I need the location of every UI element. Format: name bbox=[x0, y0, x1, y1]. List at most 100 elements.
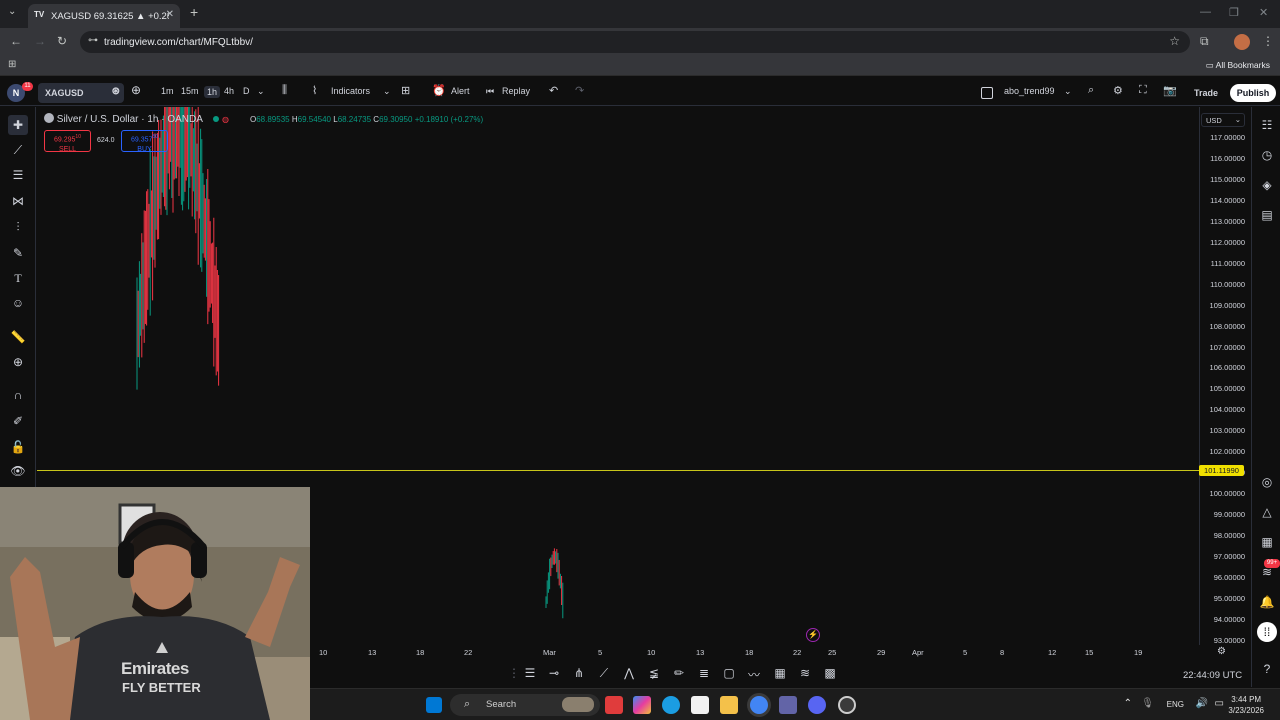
chat-icon[interactable]: ▤ bbox=[1257, 205, 1277, 225]
layout-name[interactable]: abo_trend99 bbox=[1004, 86, 1055, 96]
pitchfork-icon[interactable]: ⋔ bbox=[570, 666, 588, 680]
layout-checkbox-icon[interactable] bbox=[981, 87, 993, 99]
teams-icon[interactable] bbox=[779, 696, 797, 714]
fib-channel-icon[interactable]: ≋ bbox=[796, 666, 814, 680]
browser-tab[interactable]: TV XAGUSD 69.31625 ▲ +0.28% Si ✕ bbox=[28, 4, 180, 28]
timeframe-4h[interactable]: 4h bbox=[224, 86, 234, 96]
site-info-icon[interactable]: ⊶ bbox=[88, 35, 98, 46]
stay-in-drawing-mode-icon[interactable]: ✐ bbox=[8, 411, 28, 431]
battery-icon[interactable]: ▭ bbox=[1215, 698, 1224, 709]
symbol-options-icon[interactable]: ⊛ bbox=[112, 86, 120, 97]
windows-start-icon[interactable] bbox=[426, 697, 442, 713]
time-axis[interactable]: 10 13 18 22 Mar 5 10 13 18 22 25 29 Apr 5 8 12 15 19 bbox=[310, 645, 1250, 661]
parallel-channel-icon[interactable]: ≨ bbox=[645, 666, 663, 680]
indicators-button[interactable]: Indicators bbox=[331, 86, 370, 96]
redo-icon[interactable]: ↷ bbox=[575, 84, 584, 97]
symbol-search-button[interactable]: XAGUSD ⊛ bbox=[38, 83, 124, 103]
edge-browser-icon[interactable] bbox=[662, 696, 680, 714]
new-tab-icon[interactable]: + bbox=[190, 4, 198, 20]
notepad-icon[interactable] bbox=[691, 696, 709, 714]
tray-overflow-icon[interactable]: ⌃ bbox=[1124, 698, 1132, 709]
trade-button[interactable]: Trade bbox=[1188, 84, 1224, 102]
rectangle-icon[interactable]: ▢ bbox=[720, 666, 738, 680]
price-axis[interactable]: 117.00000 116.00000 115.00000 114.00000 113.… bbox=[1199, 107, 1251, 645]
sell-button[interactable]: 69.29510 SELL bbox=[44, 130, 91, 153]
fib-retracement-icon[interactable]: ☰ bbox=[8, 165, 28, 185]
bookmark-star-icon[interactable]: ☆ bbox=[1169, 34, 1180, 48]
taskbar-search-box[interactable]: ⌕ Search bbox=[450, 694, 600, 716]
replay-button[interactable]: Replay bbox=[502, 86, 530, 96]
lightning-event-icon[interactable]: ⚡ bbox=[806, 628, 820, 642]
apps-grid-icon[interactable]: ⊞ bbox=[8, 59, 16, 70]
horizontal-line-drawing[interactable] bbox=[37, 470, 1199, 471]
pattern-tool-icon[interactable]: ⋈ bbox=[8, 191, 28, 211]
forward-icon[interactable]: → bbox=[34, 34, 46, 48]
trend-line-icon[interactable]: ⟋ bbox=[8, 140, 28, 160]
utc-clock[interactable]: 22:44:09 UTC bbox=[1183, 670, 1242, 681]
crosshair-icon[interactable]: ✚ bbox=[8, 115, 28, 135]
prediction-tool-icon[interactable]: ⫶ bbox=[8, 217, 28, 237]
layout-dropdown-icon[interactable]: ⌄ bbox=[1064, 86, 1072, 97]
elliott-wave-icon[interactable]: ⋀ bbox=[620, 666, 638, 680]
chart-type-icon[interactable]: ⫼ bbox=[282, 84, 287, 97]
products-grid-icon[interactable]: ⁞⁞ bbox=[1257, 622, 1277, 642]
object-tree-icon[interactable]: ◈ bbox=[1257, 175, 1277, 195]
fib-tool-icon[interactable]: ☰ bbox=[521, 666, 539, 680]
minimize-icon[interactable]: — bbox=[1200, 6, 1211, 18]
timeframe-d[interactable]: D bbox=[243, 86, 250, 96]
browser-menu-icon[interactable]: ⋮ bbox=[1262, 34, 1274, 48]
magnet-icon[interactable]: ∩ bbox=[8, 385, 28, 405]
horizontal-ray-icon[interactable]: ⊸ bbox=[545, 666, 563, 680]
ideas-icon[interactable]: △ bbox=[1257, 502, 1277, 522]
app-circle-icon[interactable] bbox=[838, 696, 856, 714]
brush-icon[interactable]: ✎ bbox=[8, 243, 28, 263]
profile-avatar[interactable] bbox=[1234, 34, 1250, 50]
buy-button[interactable]: 69.35750 BUY bbox=[121, 130, 168, 153]
timeframe-dropdown-icon[interactable]: ⌄ bbox=[257, 86, 265, 97]
trendline-icon[interactable]: ⟋ bbox=[595, 666, 613, 681]
compare-symbol-icon[interactable]: ⊕ bbox=[131, 83, 141, 97]
settings-gear-icon[interactable]: ⚙ bbox=[1113, 84, 1123, 97]
undo-icon[interactable]: ↶ bbox=[549, 84, 558, 97]
alerts-clock-icon[interactable]: ◷ bbox=[1257, 145, 1277, 165]
extensions-icon[interactable]: ⧉ bbox=[1200, 34, 1209, 49]
url-field[interactable]: ⊶ tradingview.com/chart/MFQLtbbv/ ☆ bbox=[80, 31, 1190, 53]
fullscreen-icon[interactable]: ⛶ bbox=[1139, 84, 1147, 97]
currency-selector[interactable]: USD ⌄ bbox=[1201, 113, 1245, 127]
templates-icon[interactable]: ⊞ bbox=[401, 84, 410, 97]
microphone-icon[interactable]: 🎙 bbox=[1141, 698, 1154, 709]
grid-tool-icon[interactable]: ▦ bbox=[771, 666, 789, 680]
file-explorer-icon[interactable] bbox=[720, 696, 738, 714]
language-indicator[interactable]: ENG bbox=[1167, 700, 1184, 709]
notifications-bell-icon[interactable]: 🔔 bbox=[1257, 592, 1277, 612]
zoom-in-icon[interactable]: ⊕ bbox=[8, 352, 28, 372]
timeframe-1m[interactable]: 1m bbox=[161, 86, 174, 96]
lock-icon[interactable]: 🔓 bbox=[8, 437, 28, 457]
regression-icon[interactable]: ≣ bbox=[695, 666, 713, 680]
replay-icon[interactable]: ⏮ bbox=[486, 86, 494, 97]
path-icon[interactable]: 〰 bbox=[745, 666, 763, 683]
axis-settings-icon[interactable]: ⚙ bbox=[1217, 646, 1226, 657]
watchlist-icon[interactable]: ☷ bbox=[1257, 115, 1277, 135]
help-icon[interactable]: ? bbox=[1257, 659, 1277, 679]
publish-button[interactable]: Publish bbox=[1230, 84, 1276, 102]
timeframe-15m[interactable]: 15m bbox=[181, 86, 199, 96]
quick-search-icon[interactable]: ⌕ bbox=[1088, 84, 1094, 97]
target-icon[interactable]: ◎ bbox=[1257, 472, 1277, 492]
maximize-icon[interactable]: ❐ bbox=[1229, 6, 1239, 19]
discord-icon[interactable] bbox=[808, 696, 826, 714]
close-window-icon[interactable]: ✕ bbox=[1259, 6, 1268, 19]
chrome-icon[interactable] bbox=[750, 696, 768, 714]
tab-search-icon[interactable]: ⌄ bbox=[8, 6, 16, 17]
pencil-icon[interactable]: ✏ bbox=[670, 666, 688, 680]
legend-title[interactable]: Silver / U.S. Dollar · 1h · OANDA bbox=[57, 114, 203, 125]
gann-box-icon[interactable]: ▩ bbox=[821, 666, 839, 680]
timeframe-1h[interactable]: 1h bbox=[204, 86, 221, 98]
text-tool-icon[interactable]: T bbox=[8, 268, 28, 288]
camera-snapshot-icon[interactable]: 📷 bbox=[1163, 84, 1177, 97]
copilot-icon[interactable] bbox=[633, 696, 651, 714]
alert-button[interactable]: Alert bbox=[451, 86, 470, 96]
reload-icon[interactable]: ↻ bbox=[57, 34, 67, 48]
legend-more-icon[interactable]: ◍ bbox=[222, 115, 229, 124]
hide-drawings-icon[interactable]: 👁 bbox=[8, 461, 28, 481]
